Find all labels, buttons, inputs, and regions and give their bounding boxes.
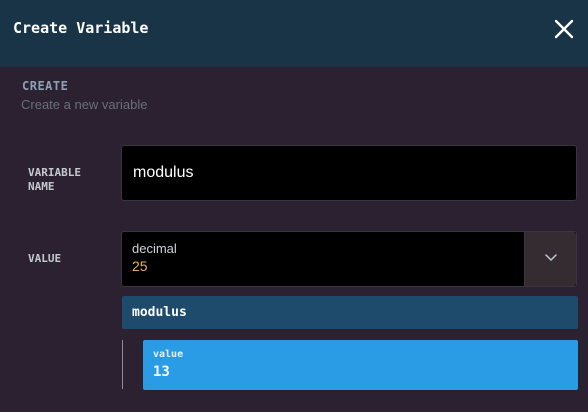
tree-child-value[interactable]: value 13 xyxy=(143,340,578,390)
value-type: decimal xyxy=(132,241,177,256)
variable-name-label: VARIABLE NAME xyxy=(28,166,81,193)
value-dropdown-button[interactable] xyxy=(524,232,576,286)
value-field[interactable]: decimal 25 xyxy=(121,231,577,287)
close-button[interactable] xyxy=(551,16,577,42)
tree-connector-line xyxy=(122,340,123,389)
dialog-header: Create Variable xyxy=(0,0,588,67)
tree-item-label: modulus xyxy=(132,305,187,320)
variable-name-input[interactable] xyxy=(121,145,577,201)
tree-item-modulus[interactable]: modulus xyxy=(122,296,578,329)
value-label: VALUE xyxy=(28,252,62,265)
dialog-title: Create Variable xyxy=(13,19,149,37)
tree-child-key: value xyxy=(153,349,184,360)
value-number: 25 xyxy=(132,258,148,274)
section-subtitle: Create a new variable xyxy=(21,97,148,112)
tree-child-val: 13 xyxy=(153,364,170,380)
section-title: CREATE xyxy=(22,79,69,93)
chevron-down-icon xyxy=(545,254,557,261)
close-icon xyxy=(554,19,574,39)
